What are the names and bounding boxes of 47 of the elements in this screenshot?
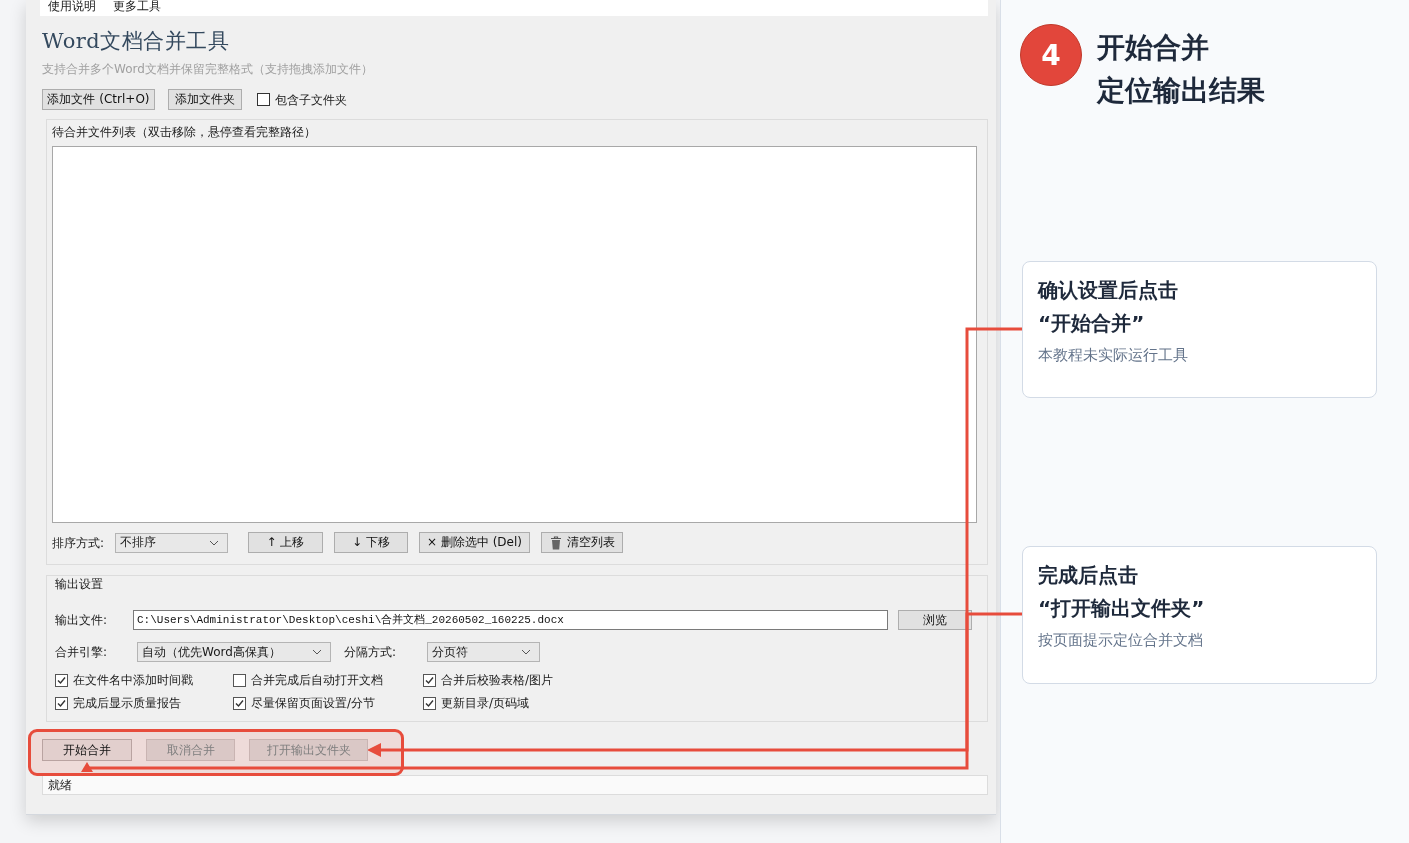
chevron-down-icon (312, 649, 322, 655)
step-badge: 4 (1020, 24, 1082, 86)
checkbox-label: 合并完成后自动打开文档 (251, 672, 383, 688)
menu-item[interactable]: 更多工具 (113, 0, 161, 13)
toolbar-button[interactable]: × 删除选中 (Del) (419, 532, 530, 553)
checkbox[interactable] (233, 696, 246, 710)
callout-note: 按页面提示定位合并文档 (1038, 630, 1204, 651)
browse-button[interactable]: 浏览 (898, 610, 972, 630)
app-subtitle: 支持合并多个Word文档并保留完整格式（支持拖拽添加文件） (42, 61, 373, 77)
add-button[interactable]: 添加文件 (Ctrl+O) (42, 89, 155, 110)
checkbox[interactable] (257, 93, 270, 106)
engine-label: 合并引擎: (55, 644, 109, 660)
checkbox[interactable] (55, 673, 68, 687)
group-title: 待合并文件列表（双击移除，悬停查看完整路径） (52, 124, 316, 140)
callout-title: 确认设置后点击 “开始合并” (1038, 277, 1179, 337)
checkbox[interactable] (423, 696, 436, 710)
checkbox[interactable] (423, 673, 436, 687)
checkbox-label: 尽量保留页面设置/分节 (251, 695, 376, 711)
add-button[interactable]: 添加文件夹 (168, 89, 242, 110)
app-title: Word文档合并工具 (42, 28, 230, 54)
sort-dropdown[interactable]: 不排序 (115, 532, 228, 553)
checkbox[interactable] (55, 696, 68, 710)
chevron-down-icon (521, 649, 531, 655)
trash-icon (549, 535, 562, 550)
chevron-down-icon (209, 539, 219, 546)
status-bar: 就绪 (42, 775, 988, 795)
toolbar-button[interactable]: ↓ 下移 (334, 532, 408, 553)
separator-label: 分隔方式: (344, 644, 398, 660)
callout-title: 完成后点击 “打开输出文件夹” (1038, 562, 1206, 622)
engine-dropdown[interactable]: 自动（优先Word高保真） (137, 642, 331, 662)
separator-dropdown[interactable]: 分页符 (427, 642, 540, 662)
step-title: 开始合并 定位输出结果 (1097, 30, 1265, 109)
toolbar-button[interactable]: ↑ 上移 (248, 532, 323, 553)
callout-note: 本教程未实际运行工具 (1038, 345, 1189, 366)
group-title: 输出设置 (55, 576, 103, 592)
clear-list-button[interactable]: 清空列表 (541, 532, 623, 553)
checkbox-label: 在文件名中添加时间戳 (73, 672, 193, 688)
menu-item[interactable]: 使用说明 (48, 0, 96, 13)
checkbox[interactable] (233, 673, 246, 687)
sort-label: 排序方式: (52, 534, 106, 551)
output-file-label: 输出文件: (55, 612, 109, 628)
action-button[interactable]: 开始合并 (42, 739, 132, 761)
checkbox-label: 包含子文件夹 (275, 91, 347, 108)
output-path-field[interactable]: C:\Users\Administrator\Desktop\ceshi\合并文档_20260502_160225.docx (133, 610, 888, 630)
checkbox-label: 完成后显示质量报告 (73, 695, 181, 711)
checkbox-label: 更新目录/页码域 (441, 695, 530, 711)
checkbox-label: 合并后校验表格/图片 (441, 672, 554, 688)
